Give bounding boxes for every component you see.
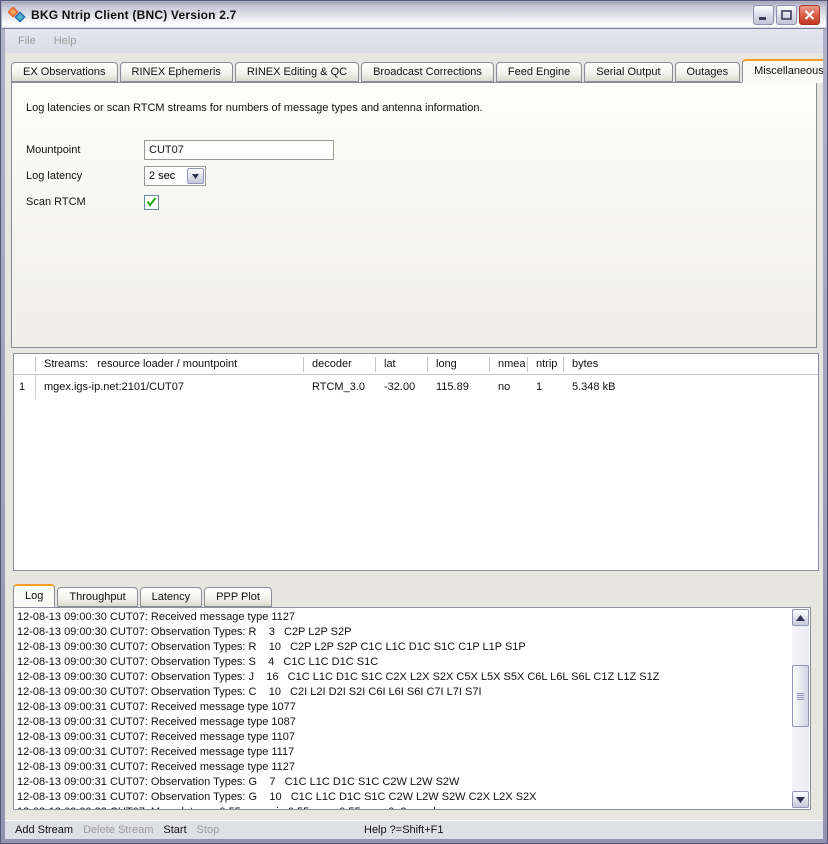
header-stream: Streams: resource loader / mountpoint [36,357,304,372]
tab-broadcast-corrections[interactable]: Broadcast Corrections [361,62,494,82]
delete-stream-button: Delete Stream [83,824,153,836]
log-line: 12-08-13 09:00:31 CUT07: Received messag… [17,715,807,730]
log-line: 12-08-13 09:00:31 CUT07: Received messag… [17,730,807,745]
arrow-up-icon [796,615,805,621]
log-line: 12-08-13 09:00:30 CUT07: Observation Typ… [17,640,807,655]
log-panel[interactable]: 12-08-13 09:00:30 CUT07: Received messag… [13,607,811,810]
maximize-button[interactable] [776,5,797,25]
arrow-down-icon [796,797,805,803]
streams-table: Streams: resource loader / mountpoint de… [13,353,819,571]
log-line: 12-08-13 09:00:31 CUT07: Observation Typ… [17,790,807,805]
start-button[interactable]: Start [163,824,186,836]
header-decoder: decoder [304,357,376,372]
panel-description: Log latencies or scan RTCM streams for n… [26,102,802,114]
cell-ntrip: 1 [528,381,564,393]
cell-long: 115.89 [428,381,490,393]
tab-latency[interactable]: Latency [140,587,203,607]
log-latency-select[interactable]: 2 sec [144,166,206,186]
mountpoint-label: Mountpoint [26,144,144,156]
mountpoint-input[interactable] [144,140,334,160]
combo-dropdown-button[interactable] [187,168,204,184]
menu-file[interactable]: File [9,32,45,50]
header-long: long [428,357,490,372]
scan-rtcm-label: Scan RTCM [26,196,144,208]
tab-log[interactable]: Log [13,584,55,608]
log-line: 12-08-13 09:00:31 CUT07: Received messag… [17,760,807,775]
cell-nmea: no [490,381,528,393]
tab-serial-output[interactable]: Serial Output [584,62,672,82]
log-line: 12-08-13 09:00:30 CUT07: Observation Typ… [17,670,807,685]
menu-help[interactable]: Help [45,32,86,50]
tab-rinex-observations[interactable]: EX Observations [11,62,118,82]
log-line: 12-08-13 09:00:30 CUT07: Received messag… [17,610,807,625]
header-lat: lat [376,357,428,372]
tab-miscellaneous[interactable]: Miscellaneous [742,59,823,83]
log-scrollbar[interactable] [792,609,809,808]
stop-button: Stop [197,824,220,836]
row-number: 1 [14,375,36,399]
log-line: 12-08-13 09:00:30 CUT07: Observation Typ… [17,625,807,640]
bottom-tab-bar: Log Throughput Latency PPP Plot [13,586,817,607]
tab-feed-engine[interactable]: Feed Engine [496,62,582,82]
title-bar[interactable]: BKG Ntrip Client (BNC) Version 2.7 [2,2,826,29]
tab-rinex-ephemeris[interactable]: RINEX Ephemeris [120,62,233,82]
close-button[interactable] [799,5,820,25]
log-line: 12-08-13 09:00:32 CUT07: Mean latency 0.… [17,805,807,810]
menu-bar: File Help [5,29,823,53]
cell-stream: mgex.igs-ip.net:2101/CUT07 [36,381,304,393]
minimize-icon [758,10,769,20]
log-latency-value: 2 sec [145,170,175,182]
cell-lat: -32.00 [376,381,428,393]
app-logo-icon [8,7,26,23]
header-bytes: bytes [564,357,818,372]
header-ntrip: ntrip [528,357,564,372]
log-line: 12-08-13 09:00:30 CUT07: Observation Typ… [17,685,807,700]
help-shortcut-label: Help ?=Shift+F1 [364,824,444,836]
tab-ppp-plot[interactable]: PPP Plot [204,587,272,607]
log-lines: 12-08-13 09:00:30 CUT07: Received messag… [14,608,810,810]
status-bar: Add Stream Delete Stream Start Stop Help… [5,820,823,839]
log-line: 12-08-13 09:00:31 CUT07: Received messag… [17,700,807,715]
log-line: 12-08-13 09:00:31 CUT07: Received messag… [17,745,807,760]
miscellaneous-panel: Log latencies or scan RTCM streams for n… [11,83,817,348]
minimize-button[interactable] [753,5,774,25]
window-title: BKG Ntrip Client (BNC) Version 2.7 [31,8,237,22]
log-line: 12-08-13 09:00:30 CUT07: Observation Typ… [17,655,807,670]
tab-outages[interactable]: Outages [675,62,741,82]
cell-bytes: 5.348 kB [564,381,818,393]
table-row[interactable]: 1 mgex.igs-ip.net:2101/CUT07 RTCM_3.0 -3… [14,375,818,399]
close-icon [804,10,815,20]
header-nmea: nmea [490,357,528,372]
streams-table-header: Streams: resource loader / mountpoint de… [14,354,818,375]
scan-rtcm-checkbox[interactable] [144,195,159,210]
tab-throughput[interactable]: Throughput [57,587,137,607]
checkmark-icon [146,197,157,207]
log-latency-label: Log latency [26,170,144,182]
client-area: File Help EX Observations RINEX Ephemeri… [5,29,823,839]
main-tab-bar: EX Observations RINEX Ephemeris RINEX Ed… [11,59,817,83]
scroll-up-button[interactable] [792,609,809,626]
app-window: BKG Ntrip Client (BNC) Version 2.7 File … [0,0,828,844]
add-stream-button[interactable]: Add Stream [15,824,73,836]
log-line: 12-08-13 09:00:31 CUT07: Observation Typ… [17,775,807,790]
scroll-down-button[interactable] [792,791,809,808]
chevron-down-icon [192,174,199,179]
scrollbar-thumb[interactable] [792,665,809,727]
cell-decoder: RTCM_3.0 [304,381,376,393]
header-rownum [14,357,36,372]
maximize-icon [781,10,792,20]
tab-rinex-editing-qc[interactable]: RINEX Editing & QC [235,62,359,82]
